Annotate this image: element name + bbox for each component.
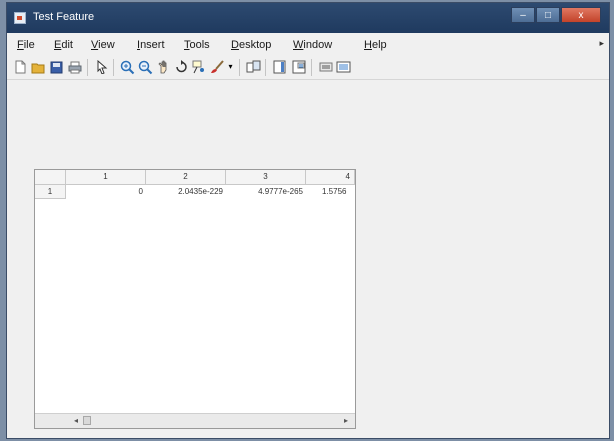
save-icon[interactable] — [48, 59, 65, 75]
toolbar-separator — [87, 59, 88, 76]
column-header-3[interactable]: 3 — [226, 170, 306, 184]
column-header-2[interactable]: 2 — [146, 170, 226, 184]
menu-desktop[interactable]: Desktop — [231, 39, 271, 51]
rotate-3d-icon[interactable] — [173, 59, 190, 75]
menu-bar: File Edit View Insert Tools Desktop Wind… — [7, 35, 609, 55]
colorbar-icon[interactable] — [271, 59, 288, 75]
open-file-icon[interactable] — [30, 59, 47, 75]
menu-view[interactable]: View — [91, 39, 115, 51]
menu-tools[interactable]: Tools — [184, 39, 210, 51]
toolbar-separator — [311, 59, 312, 76]
menu-edit[interactable]: Edit — [54, 39, 73, 51]
scroll-right-icon[interactable]: ▸ — [339, 414, 353, 427]
scrollbar-thumb[interactable] — [83, 416, 91, 425]
zoom-out-icon[interactable] — [137, 59, 154, 75]
hide-plot-tools-icon[interactable] — [317, 59, 334, 75]
title-bar[interactable]: Test Feature – □ x — [7, 3, 609, 33]
row-header-1[interactable]: 1 — [35, 185, 66, 199]
brush-dropdown-icon[interactable]: ▾ — [226, 59, 235, 75]
window-controls: – □ x — [510, 7, 601, 25]
table-header: 1 2 3 4 — [35, 170, 355, 185]
pan-icon[interactable] — [155, 59, 172, 75]
zoom-in-icon[interactable] — [119, 59, 136, 75]
figure-window: Test Feature – □ x File Edit View Insert… — [6, 2, 610, 439]
menu-help[interactable]: Help — [364, 39, 387, 51]
new-figure-icon[interactable] — [12, 59, 29, 75]
table-corner — [35, 170, 66, 184]
uitable[interactable]: 1 2 3 4 1 0 2.0435e-229 4.9777e-265 1.57… — [34, 169, 356, 429]
scroll-left-icon[interactable]: ◂ — [69, 414, 83, 427]
toolbar-separator — [113, 59, 114, 76]
table-cell[interactable]: 1.5756 — [306, 185, 355, 199]
toolbar-separator — [265, 59, 266, 76]
matlab-figure-icon — [14, 12, 26, 24]
column-header-1[interactable]: 1 — [66, 170, 146, 184]
table-cell[interactable]: 2.0435e-229 — [146, 185, 226, 199]
print-icon[interactable] — [66, 59, 83, 75]
table-cell[interactable]: 0 — [66, 185, 146, 199]
legend-icon[interactable] — [290, 59, 307, 75]
column-header-4[interactable]: 4 — [306, 170, 355, 184]
brush-icon[interactable] — [209, 59, 226, 75]
window-title: Test Feature — [33, 11, 95, 23]
data-cursor-icon[interactable] — [191, 59, 208, 75]
menu-overflow-icon[interactable]: ▸ — [599, 38, 604, 49]
menu-file[interactable]: File — [17, 39, 35, 51]
toolbar-separator — [239, 59, 240, 76]
horizontal-scrollbar[interactable]: ◂ ▸ — [35, 413, 355, 428]
close-button[interactable]: x — [561, 7, 601, 23]
show-plot-tools-icon[interactable] — [335, 59, 352, 75]
table-cell[interactable]: 4.9777e-265 — [226, 185, 306, 199]
menu-window[interactable]: Window — [293, 39, 332, 51]
link-plot-icon[interactable] — [245, 59, 262, 75]
figure-toolbar: ▾ — [7, 55, 609, 80]
maximize-button[interactable]: □ — [536, 7, 560, 23]
menu-insert[interactable]: Insert — [137, 39, 165, 51]
minimize-button[interactable]: – — [511, 7, 535, 23]
pointer-icon[interactable] — [93, 59, 110, 75]
